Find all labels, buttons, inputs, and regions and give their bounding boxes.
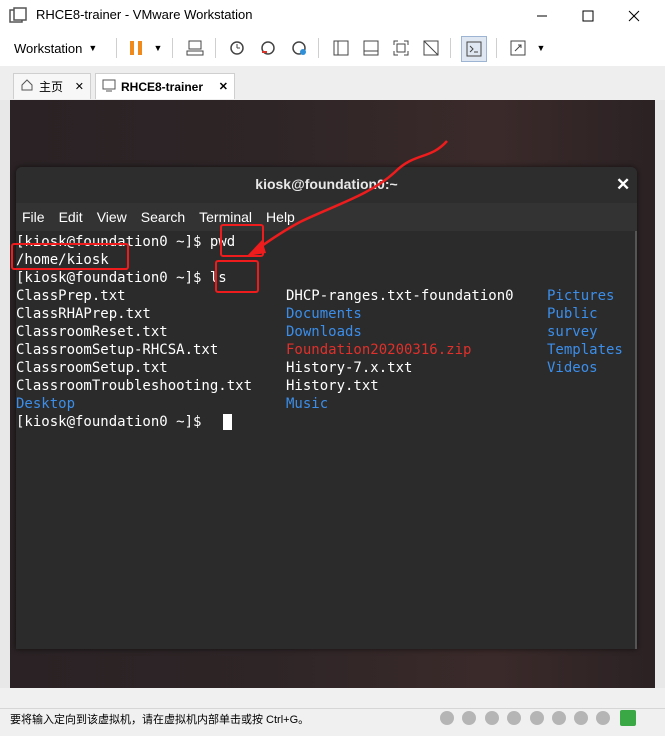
message-icon[interactable]: [596, 711, 610, 725]
printer-icon[interactable]: [552, 711, 566, 725]
hard-disk-icon[interactable]: [440, 711, 454, 725]
network-icon[interactable]: [485, 711, 499, 725]
status-message: 要将输入定向到该虚拟机，请在虚拟机内部单击或按 Ctrl+G。: [10, 714, 310, 726]
annotation-arrow: [247, 140, 448, 256]
cd-drive-icon[interactable]: [462, 711, 476, 725]
display-icon[interactable]: [574, 711, 588, 725]
vmware-tools-icon[interactable]: [620, 710, 636, 726]
sound-icon[interactable]: [530, 711, 544, 725]
usb-icon[interactable]: [507, 711, 521, 725]
